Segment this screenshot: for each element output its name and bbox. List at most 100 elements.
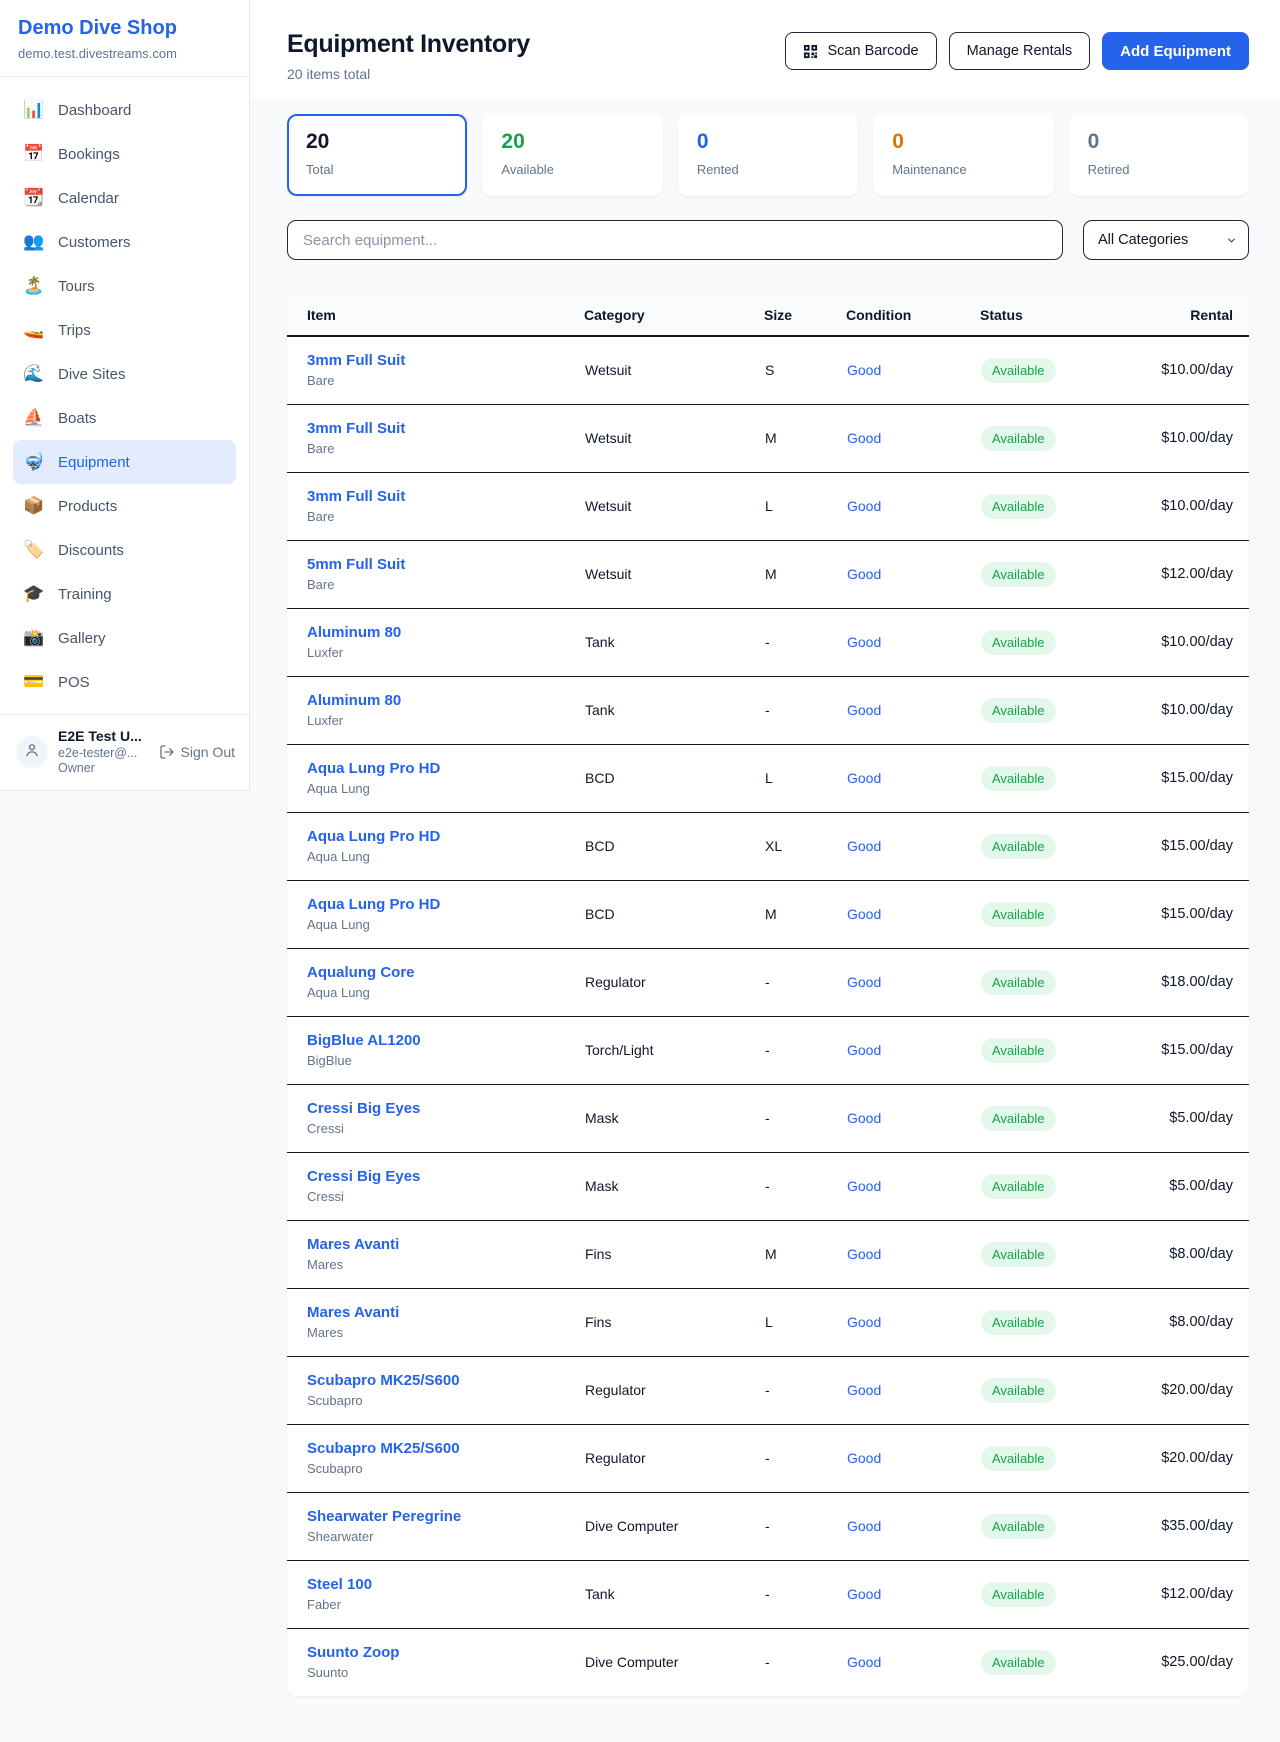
item-condition-link[interactable]: Good <box>847 1586 881 1602</box>
stat-value: 0 <box>892 130 1034 154</box>
item-brand: Shearwater <box>307 1529 583 1544</box>
item-condition-link[interactable]: Good <box>847 1450 881 1466</box>
item-condition-link[interactable]: Good <box>847 838 881 854</box>
item-link[interactable]: Scubapro MK25/S600 <box>307 1372 583 1389</box>
sidebar-item-calendar[interactable]: 📆 Calendar <box>13 176 236 220</box>
item-size: XL <box>764 812 846 880</box>
nav-item-icon: 📆 <box>23 188 45 208</box>
item-condition-link[interactable]: Good <box>847 1110 881 1126</box>
search-input[interactable] <box>287 220 1063 260</box>
col-condition: Condition <box>846 293 980 336</box>
item-condition-link[interactable]: Good <box>847 430 881 446</box>
item-link[interactable]: 3mm Full Suit <box>307 352 583 369</box>
item-condition-link[interactable]: Good <box>847 1314 881 1330</box>
item-link[interactable]: Cressi Big Eyes <box>307 1100 583 1117</box>
stat-card-rented[interactable]: 0 Rented <box>678 114 858 196</box>
item-category: Torch/Light <box>584 1016 764 1084</box>
stats-row: 20 Total 20 Available 0 Rented 0 Mainten… <box>287 114 1249 196</box>
item-link[interactable]: Aluminum 80 <box>307 624 583 641</box>
sidebar-item-dive-sites[interactable]: 🌊 Dive Sites <box>13 352 236 396</box>
item-size: M <box>764 880 846 948</box>
item-link[interactable]: Aqua Lung Pro HD <box>307 828 583 845</box>
item-link[interactable]: Cressi Big Eyes <box>307 1168 583 1185</box>
nav-item-label: Dashboard <box>58 102 131 119</box>
item-link[interactable]: Aqualung Core <box>307 964 583 981</box>
item-rental: $10.00/day <box>1135 404 1249 472</box>
sidebar-item-tours[interactable]: 🏝️ Tours <box>13 264 236 308</box>
item-rental: $15.00/day <box>1135 744 1249 812</box>
item-condition-link[interactable]: Good <box>847 566 881 582</box>
item-link[interactable]: BigBlue AL1200 <box>307 1032 583 1049</box>
manage-rentals-button[interactable]: Manage Rentals <box>949 32 1091 70</box>
item-condition-link[interactable]: Good <box>847 1518 881 1534</box>
item-link[interactable]: Aqua Lung Pro HD <box>307 760 583 777</box>
nav-item-icon: 👥 <box>23 232 45 252</box>
sidebar-item-training[interactable]: 🎓 Training <box>13 572 236 616</box>
stat-value: 20 <box>306 130 448 154</box>
item-condition-link[interactable]: Good <box>847 906 881 922</box>
sidebar-item-gallery[interactable]: 📸 Gallery <box>13 616 236 660</box>
item-condition-link[interactable]: Good <box>847 634 881 650</box>
item-link[interactable]: 3mm Full Suit <box>307 420 583 437</box>
sidebar-item-dashboard[interactable]: 📊 Dashboard <box>13 88 236 132</box>
item-link[interactable]: Shearwater Peregrine <box>307 1508 583 1525</box>
nav-item-label: Equipment <box>58 454 130 471</box>
item-condition-link[interactable]: Good <box>847 974 881 990</box>
item-link[interactable]: Aluminum 80 <box>307 692 583 709</box>
nav-item-icon: 🏷️ <box>23 540 45 560</box>
category-select[interactable]: All Categories <box>1083 220 1249 260</box>
item-condition-link[interactable]: Good <box>847 1654 881 1670</box>
item-condition-link[interactable]: Good <box>847 362 881 378</box>
item-size: M <box>764 404 846 472</box>
item-condition-link[interactable]: Good <box>847 1246 881 1262</box>
stat-card-available[interactable]: 20 Available <box>482 114 662 196</box>
item-condition-link[interactable]: Good <box>847 1382 881 1398</box>
stat-label: Total <box>306 162 448 177</box>
stat-card-retired[interactable]: 0 Retired <box>1069 114 1249 196</box>
stat-card-total[interactable]: 20 Total <box>287 114 467 196</box>
item-link[interactable]: 5mm Full Suit <box>307 556 583 573</box>
sidebar-item-bookings[interactable]: 📅 Bookings <box>13 132 236 176</box>
item-link[interactable]: Mares Avanti <box>307 1304 583 1321</box>
item-category: Mask <box>584 1152 764 1220</box>
nav-item-label: Dive Sites <box>58 366 126 383</box>
table-row: 5mm Full Suit Bare Wetsuit M Good Availa… <box>287 540 1249 608</box>
item-condition-link[interactable]: Good <box>847 702 881 718</box>
chevron-down-icon <box>1226 235 1237 246</box>
item-brand: Aqua Lung <box>307 985 583 1000</box>
item-size: - <box>764 1628 846 1696</box>
item-condition-link[interactable]: Good <box>847 1178 881 1194</box>
item-link[interactable]: Suunto Zoop <box>307 1644 583 1661</box>
item-link[interactable]: Aqua Lung Pro HD <box>307 896 583 913</box>
sidebar-item-customers[interactable]: 👥 Customers <box>13 220 236 264</box>
item-size: L <box>764 1288 846 1356</box>
add-equipment-button[interactable]: Add Equipment <box>1102 32 1249 70</box>
sidebar-item-trips[interactable]: 🚤 Trips <box>13 308 236 352</box>
sign-out-button[interactable]: Sign Out <box>159 744 235 760</box>
item-condition-link[interactable]: Good <box>847 770 881 786</box>
items-total-subtitle: 20 items total <box>287 66 530 82</box>
table-body: 3mm Full Suit Bare Wetsuit S Good Availa… <box>287 336 1249 1696</box>
item-condition-link[interactable]: Good <box>847 498 881 514</box>
category-select-value: All Categories <box>1098 232 1188 248</box>
status-badge: Available <box>981 1174 1056 1199</box>
item-link[interactable]: Steel 100 <box>307 1576 583 1593</box>
sidebar-item-boats[interactable]: ⛵ Boats <box>13 396 236 440</box>
item-link[interactable]: 3mm Full Suit <box>307 488 583 505</box>
table-row: Aqua Lung Pro HD Aqua Lung BCD M Good Av… <box>287 880 1249 948</box>
scan-barcode-button[interactable]: Scan Barcode <box>785 32 936 70</box>
main: Equipment Inventory 20 items total Scan … <box>250 0 1280 1723</box>
user-info: E2E Test U... e2e-tester@... Owner <box>58 728 149 777</box>
user-panel: E2E Test U... e2e-tester@... Owner Sign … <box>0 714 249 790</box>
stat-card-maintenance[interactable]: 0 Maintenance <box>873 114 1053 196</box>
sidebar-item-products[interactable]: 📦 Products <box>13 484 236 528</box>
sidebar-item-equipment[interactable]: 🤿 Equipment <box>13 440 236 484</box>
item-condition-link[interactable]: Good <box>847 1042 881 1058</box>
item-size: - <box>764 1016 846 1084</box>
sidebar-item-pos[interactable]: 💳 POS <box>13 660 236 704</box>
item-link[interactable]: Scubapro MK25/S600 <box>307 1440 583 1457</box>
app-root: Demo Dive Shop demo.test.divestreams.com… <box>0 0 1280 1723</box>
sidebar-item-discounts[interactable]: 🏷️ Discounts <box>13 528 236 572</box>
sign-out-label: Sign Out <box>181 744 235 760</box>
item-link[interactable]: Mares Avanti <box>307 1236 583 1253</box>
